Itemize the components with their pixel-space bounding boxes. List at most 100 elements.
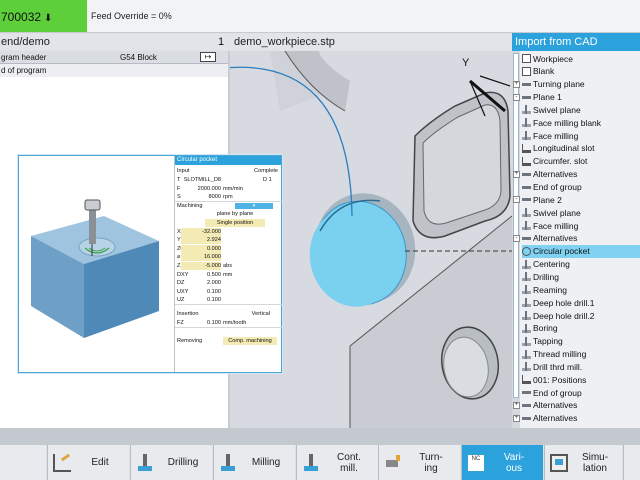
input-mode-row[interactable]: Input Complete — [175, 167, 282, 175]
form-row[interactable]: T SLOTMILL_D8 D 1 — [175, 176, 282, 184]
softkey-nc[interactable]: NC Vari- ous — [461, 445, 543, 480]
tree-item[interactable]: Plane 2 — [522, 193, 640, 206]
tree-item[interactable]: Alternatives — [522, 168, 640, 181]
circular-pocket-dialog[interactable]: Circular pocket Input Complete T SLOTMILL… — [18, 155, 282, 373]
form-row[interactable]: Insertion Vertical — [175, 310, 282, 318]
form-row[interactable]: plane by plane — [175, 210, 282, 218]
tree-item[interactable]: Alternatives — [522, 232, 640, 245]
program-header-row[interactable]: gram header G54 Block ↦ — [0, 51, 228, 64]
tree-expander-icon[interactable]: + — [513, 401, 520, 409]
form-field-value[interactable]: 2000.000 — [181, 185, 221, 193]
tree-item[interactable]: Circular pocket — [522, 244, 640, 258]
form-row[interactable]: DXY 0.500 mm — [175, 271, 282, 279]
form-row[interactable]: Y02.924 — [175, 236, 282, 245]
softkey-simulation[interactable]: Simu- lation — [544, 445, 622, 480]
input-mode-value: Complete — [254, 168, 278, 174]
return-icon[interactable]: ↦ — [200, 52, 216, 62]
form-row[interactable]: S 8000 rpm — [175, 193, 282, 201]
tree-item[interactable]: Drilling — [522, 270, 640, 283]
tree-item[interactable]: Workpiece — [522, 52, 640, 65]
softkey-drilling[interactable]: Drilling — [130, 445, 212, 480]
tree-item[interactable]: Centering — [522, 258, 640, 271]
form-row[interactable]: Z00.000 — [175, 244, 282, 253]
tree-item[interactable]: Alternatives — [522, 412, 640, 425]
tree-item[interactable]: Longitudinal slot — [522, 142, 640, 155]
form-row[interactable]: Z1-5.000abs — [175, 262, 282, 270]
form-field-value[interactable]: Vertical — [252, 310, 270, 318]
form-separator — [175, 304, 282, 306]
drill-icon — [522, 336, 531, 346]
form-field-value[interactable]: 8000 — [181, 193, 221, 201]
tree-item[interactable]: Swivel plane — [522, 206, 640, 219]
tree-item[interactable]: Alternatives — [522, 399, 640, 412]
form-field-value[interactable]: 2.924 — [181, 236, 221, 245]
form-field-value[interactable]: 0.500 — [181, 271, 221, 279]
tree-item[interactable]: Boring — [522, 322, 640, 335]
program-id-badge[interactable]: 700032 ⬇ — [0, 0, 87, 32]
tree-item[interactable]: Drill thrd mill. — [522, 360, 640, 373]
tree-item[interactable]: Plane 1 — [522, 91, 640, 104]
tree-expander-icon[interactable]: + — [513, 170, 520, 178]
tree-item[interactable]: Thread milling — [522, 348, 640, 361]
tree-expander-icon[interactable]: - — [513, 234, 520, 242]
tree-item[interactable]: Face milling — [522, 219, 640, 232]
form-row[interactable]: Machining ▾ — [175, 202, 282, 210]
tree-item-label: Alternatives — [533, 413, 578, 424]
form-field-label: F — [177, 185, 181, 192]
tree-item[interactable]: Tapping — [522, 335, 640, 348]
tree-item[interactable]: Circumfer. slot — [522, 155, 640, 168]
softkey-edit[interactable]: Edit — [47, 445, 129, 480]
form-field-value[interactable]: -32.000 — [181, 227, 221, 236]
form-field-value[interactable]: 0.100 — [181, 319, 221, 327]
softkey-milling[interactable]: Milling — [213, 445, 295, 480]
form-field-value[interactable]: SLOTMILL_D8 — [181, 176, 221, 184]
form-field-value[interactable]: 0.100 — [181, 288, 221, 296]
machining-select[interactable]: ▾ — [235, 202, 273, 209]
tree-item[interactable]: 001: Positions — [522, 373, 640, 386]
form-row[interactable]: F 2000.000 mm/min — [175, 185, 282, 193]
tree-item[interactable]: End of group — [522, 386, 640, 399]
tree-expander-icon[interactable]: - — [513, 93, 520, 101]
form-field-value[interactable]: Comp. machining — [223, 337, 277, 346]
tree-item[interactable]: End of group — [522, 181, 640, 194]
edit-icon — [53, 453, 71, 472]
softkey-contour-mill[interactable]: Cont. mill. — [296, 445, 378, 480]
tree-item[interactable]: Face milling — [522, 129, 640, 142]
form-row[interactable]: DZ 2.000 — [175, 279, 282, 287]
form-row[interactable]: X0-32.000 — [175, 227, 282, 236]
form-field-value[interactable]: 0.100 — [181, 296, 221, 304]
tree-expander-icon[interactable]: - — [513, 196, 520, 204]
tree-item[interactable]: Deep hole drill.2 — [522, 309, 640, 322]
tree-item-label: Boring — [533, 323, 558, 334]
channel-number: 1 — [218, 36, 225, 48]
tree-expander-icon[interactable]: + — [513, 414, 520, 422]
softkey-turning[interactable]: Turn- ing — [378, 445, 460, 480]
softkey-overflow[interactable] — [623, 445, 640, 480]
tree-item[interactable]: Turning plane — [522, 78, 640, 91]
scrollbar-thumb[interactable] — [513, 53, 519, 398]
form-row[interactable]: ⌀ 16.000 — [175, 253, 282, 262]
tree-item[interactable]: Swivel plane — [522, 103, 640, 116]
end-of-program-row[interactable]: d of program — [0, 64, 228, 77]
form-row[interactable]: FZ 0.100 mm/tooth — [175, 319, 282, 327]
tree-expander-icon[interactable]: + — [513, 80, 520, 88]
tree-item[interactable]: Face milling blank — [522, 116, 640, 129]
form-row[interactable]: Single position — [175, 219, 282, 227]
cycle-parameter-form: Circular pocket Input Complete T SLOTMILL… — [174, 156, 282, 372]
form-field-value[interactable]: 0.000 — [181, 244, 221, 253]
softkey-strip — [0, 428, 640, 445]
form-field-value[interactable]: Single position — [205, 219, 265, 227]
tree-item[interactable]: Reaming — [522, 283, 640, 296]
tree-item[interactable]: Blank — [522, 65, 640, 78]
cad-operation-tree[interactable]: Workpiece Blank + Turning plane - Plane 1 Swiv… — [512, 51, 640, 428]
form-row[interactable]: UXY 0.100 — [175, 288, 282, 296]
form-field-value[interactable]: 2.000 — [181, 279, 221, 287]
simulation-icon — [550, 453, 568, 472]
form-field-value[interactable]: 16.000 — [181, 253, 221, 262]
tree-item[interactable]: Deep hole drill.1 — [522, 296, 640, 309]
form-row[interactable]: Removing Comp. machining — [175, 337, 282, 346]
form-row[interactable]: UZ 0.100 — [175, 296, 282, 304]
form-field-value[interactable]: -5.000 — [181, 262, 221, 270]
form-field-value[interactable]: plane by plane — [205, 210, 265, 218]
tree-item-label: Circumfer. slot — [533, 156, 588, 167]
